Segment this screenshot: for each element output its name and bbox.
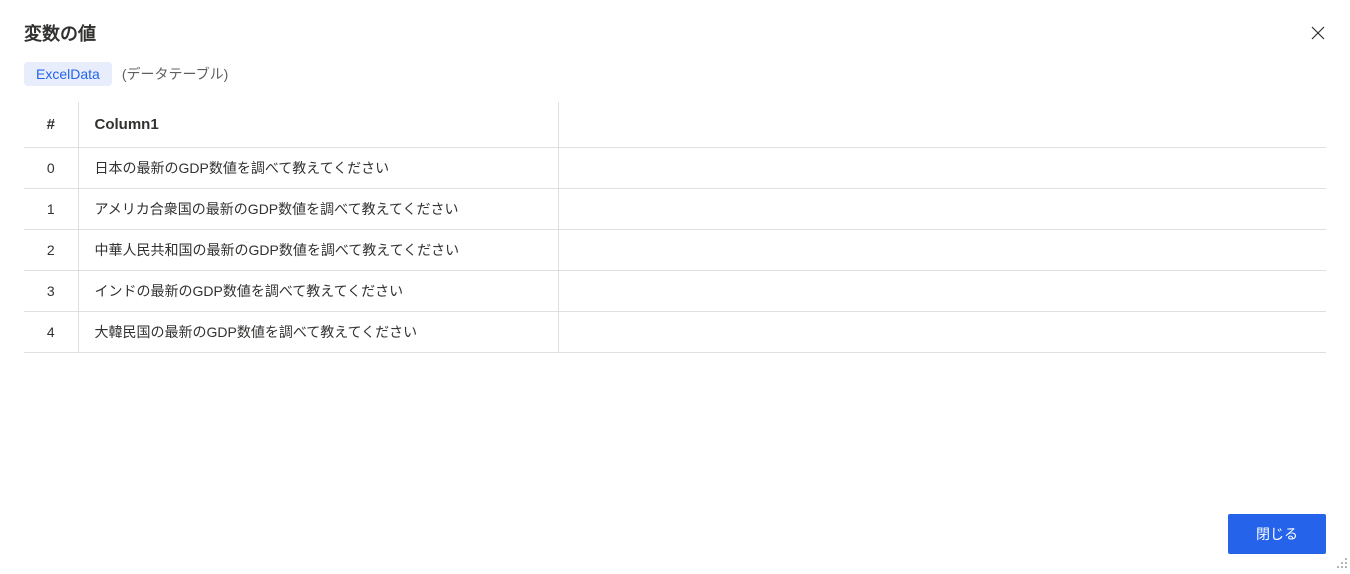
dialog-footer: 閉じる (1228, 514, 1326, 554)
table-row[interactable]: 0 日本の最新のGDP数値を調べて教えてください (24, 148, 1326, 189)
table-cell-empty (558, 189, 1326, 230)
table-row[interactable]: 4 大韓民国の最新のGDP数値を調べて教えてください (24, 312, 1326, 353)
table-row[interactable]: 2 中華人民共和国の最新のGDP数値を調べて教えてください (24, 230, 1326, 271)
resize-handle[interactable] (1336, 556, 1348, 568)
table-cell-index: 4 (24, 312, 78, 353)
table-cell-index: 3 (24, 271, 78, 312)
table-cell-index: 2 (24, 230, 78, 271)
close-icon[interactable] (1310, 25, 1326, 41)
table-cell-value: 中華人民共和国の最新のGDP数値を調べて教えてください (78, 230, 558, 271)
variable-name-badge[interactable]: ExcelData (24, 62, 112, 86)
data-table: # Column1 0 日本の最新のGDP数値を調べて教えてください 1 アメリ… (24, 102, 1326, 353)
table-cell-value: アメリカ合衆国の最新のGDP数値を調べて教えてください (78, 189, 558, 230)
table-cell-value: 大韓民国の最新のGDP数値を調べて教えてください (78, 312, 558, 353)
table-cell-index: 0 (24, 148, 78, 189)
table-cell-value: 日本の最新のGDP数値を調べて教えてください (78, 148, 558, 189)
table-header-column1[interactable]: Column1 (78, 102, 558, 148)
table-cell-empty (558, 312, 1326, 353)
table-header-index[interactable]: # (24, 102, 78, 148)
variable-type-label: (データテーブル) (122, 64, 228, 84)
table-header-empty (558, 102, 1326, 148)
x-icon (1311, 26, 1325, 40)
close-button[interactable]: 閉じる (1228, 514, 1326, 554)
table-body: 0 日本の最新のGDP数値を調べて教えてください 1 アメリカ合衆国の最新のGD… (24, 148, 1326, 353)
dialog-title: 変数の値 (24, 20, 96, 46)
table-row[interactable]: 1 アメリカ合衆国の最新のGDP数値を調べて教えてください (24, 189, 1326, 230)
table-cell-empty (558, 148, 1326, 189)
data-table-container: # Column1 0 日本の最新のGDP数値を調べて教えてください 1 アメリ… (0, 102, 1350, 353)
table-cell-empty (558, 230, 1326, 271)
table-row[interactable]: 3 インドの最新のGDP数値を調べて教えてください (24, 271, 1326, 312)
variable-info: ExcelData (データテーブル) (0, 58, 1350, 102)
table-cell-value: インドの最新のGDP数値を調べて教えてください (78, 271, 558, 312)
table-cell-index: 1 (24, 189, 78, 230)
resize-grip-icon (1336, 557, 1348, 569)
table-cell-empty (558, 271, 1326, 312)
table-header-row: # Column1 (24, 102, 1326, 148)
dialog-header: 変数の値 (0, 0, 1350, 58)
